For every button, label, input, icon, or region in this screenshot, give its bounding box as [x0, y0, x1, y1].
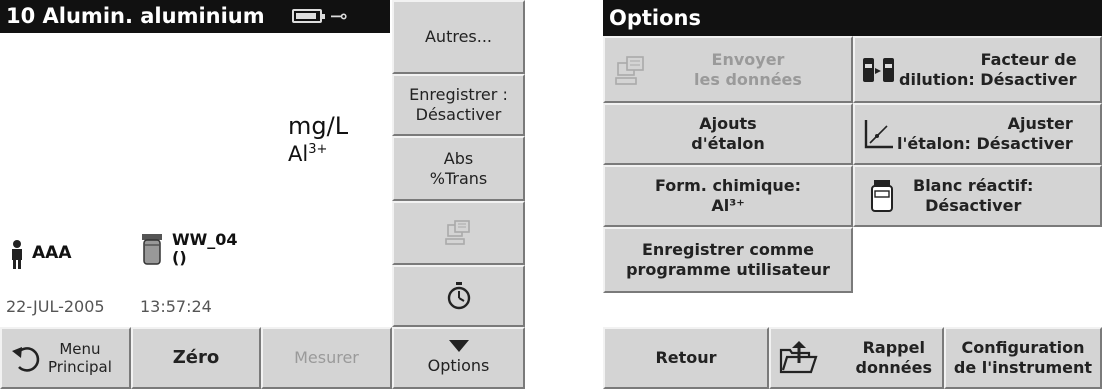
abs-trans-button[interactable]: Abs %Trans — [392, 136, 525, 201]
zero-label: Zéro — [172, 347, 220, 368]
timer-button[interactable] — [392, 265, 525, 327]
formula-base: Al — [288, 142, 309, 166]
save-user-program-option[interactable]: Enregistrer comme programme utilisateur — [603, 227, 853, 293]
autres-label: Autres... — [424, 27, 493, 46]
calibration-graph-icon — [864, 120, 893, 149]
power-plug-icon: ⊸ — [330, 4, 348, 28]
enregistrer-button[interactable]: Enregistrer : Désactiver — [392, 74, 525, 136]
dilution-factor-option[interactable]: Facteur de dilution: Désactiver — [853, 36, 1102, 103]
measure-button[interactable]: Mesurer — [261, 327, 392, 389]
options-screen: Options Envoyer les données Facteur de d… — [603, 0, 1102, 389]
send-data-button[interactable] — [392, 201, 525, 265]
dilution-factor-label: Facteur de dilution: Désactiver — [899, 49, 1077, 89]
abs-trans-label: Abs %Trans — [429, 148, 488, 188]
standard-additions-label: Ajouts d'étalon — [691, 114, 765, 153]
chemical-form-label: Form. chimique: Al³⁺ — [654, 176, 802, 215]
enregistrer-label: Enregistrer : Désactiver — [409, 85, 508, 124]
instrument-setup-button[interactable]: Configuration de l'instrument — [944, 327, 1102, 389]
reagent-bottle-icon — [871, 180, 893, 212]
recall-data-label: Rappel données — [855, 338, 932, 377]
main-menu-label: Menu Principal — [48, 340, 112, 376]
program-title: 10 Alumin. aluminium — [6, 4, 265, 28]
options-button[interactable]: Options — [392, 327, 525, 389]
measurement-screen: 10 Alumin. aluminium ⊸ Autres... Enregis… — [0, 0, 525, 389]
user-icon — [12, 240, 22, 269]
chemical-form-option[interactable]: Form. chimique: Al³⁺ — [603, 165, 853, 227]
formula-superscript: 3+ — [308, 142, 328, 157]
user-id: AAA — [32, 243, 72, 263]
battery-icon — [292, 9, 325, 23]
time-display: 13:57:24 — [140, 297, 212, 316]
zero-button[interactable]: Zéro — [131, 327, 261, 389]
send-data-option[interactable]: Envoyer les données — [603, 36, 853, 103]
options-label: Options — [427, 356, 490, 375]
computer-icon — [615, 56, 644, 85]
back-arrow-icon — [12, 347, 40, 372]
standard-additions-option[interactable]: Ajouts d'étalon — [603, 103, 853, 165]
triangle-down-icon — [448, 340, 469, 352]
stopwatch-icon — [447, 282, 470, 310]
sample-id: WW_04 () — [172, 230, 238, 267]
recall-data-button[interactable]: Rappel données — [769, 327, 944, 389]
standard-adjust-label: Ajuster l'étalon: Désactiver — [897, 114, 1073, 153]
autres-button[interactable]: Autres... — [392, 0, 525, 74]
back-button[interactable]: Retour — [603, 327, 769, 389]
computer-icon — [444, 220, 470, 245]
dilution-vials-icon — [863, 57, 894, 82]
reagent-blank-label: Blanc réactif: Désactiver — [913, 176, 1034, 215]
reagent-blank-option[interactable]: Blanc réactif: Désactiver — [853, 165, 1102, 227]
standard-adjust-option[interactable]: Ajuster l'étalon: Désactiver — [853, 103, 1102, 165]
date-display: 22-JUL-2005 — [6, 297, 105, 316]
folder-upload-icon — [779, 341, 818, 374]
send-data-label: Envoyer les données — [694, 49, 802, 89]
back-label: Retour — [655, 348, 717, 367]
instrument-setup-label: Configuration de l'instrument — [953, 338, 1093, 377]
main-menu-button[interactable]: Menu Principal — [0, 327, 131, 389]
save-user-program-label: Enregistrer comme programme utilisateur — [626, 240, 830, 279]
sample-vial-icon — [142, 234, 162, 265]
options-title: Options — [609, 6, 701, 30]
chemical-formula: Al3+ — [288, 142, 327, 166]
unit-label: mg/L — [288, 112, 349, 140]
measure-label: Mesurer — [294, 348, 359, 367]
options-title-bar: Options — [603, 0, 1102, 36]
